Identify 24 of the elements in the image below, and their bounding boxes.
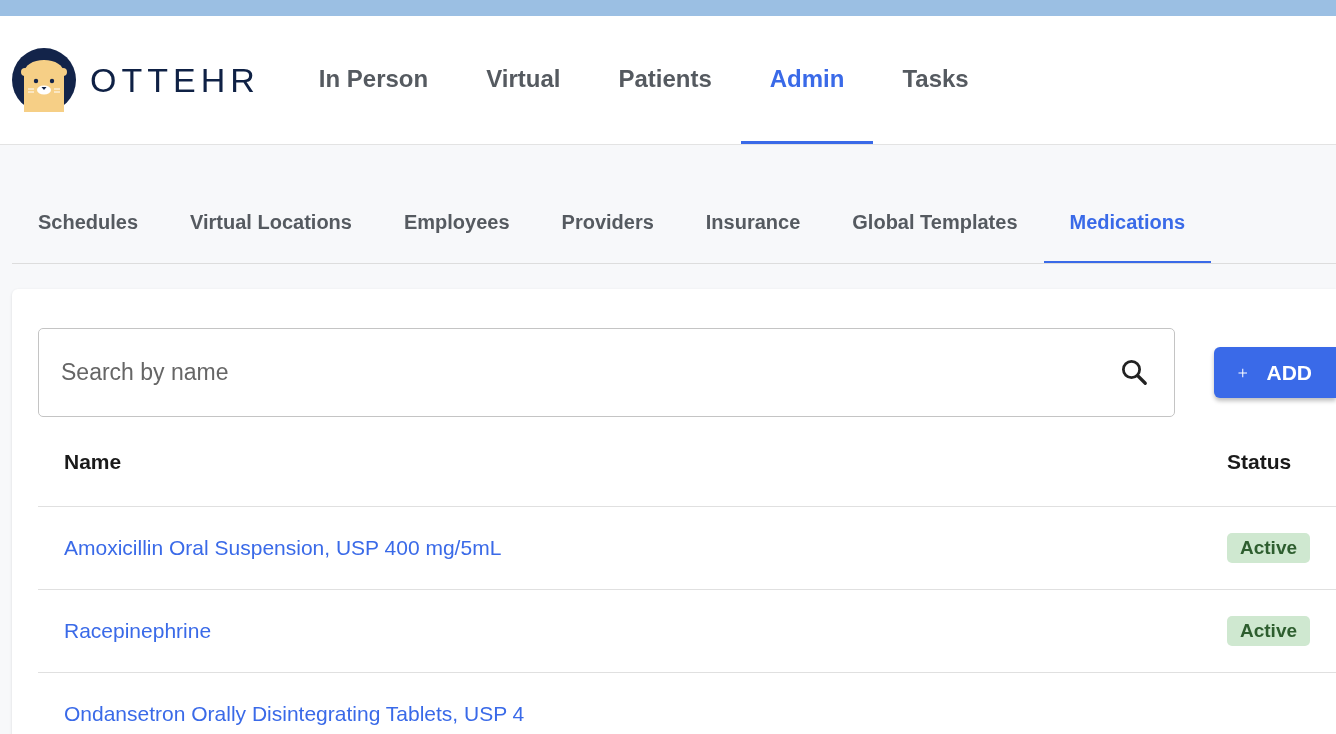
tab[interactable]: Global Templates bbox=[826, 207, 1044, 263]
status-badge: Active bbox=[1227, 532, 1311, 564]
nav-link[interactable]: Virtual bbox=[457, 16, 590, 144]
tab[interactable]: Medications bbox=[1043, 207, 1212, 263]
nav-link[interactable]: Patients bbox=[589, 16, 741, 144]
medication-link[interactable]: Ondansetron Orally Disintegrating Tablets, USP 4 bbox=[64, 702, 525, 726]
add-button[interactable]: ADD bbox=[1214, 347, 1336, 398]
tab[interactable]: Providers bbox=[535, 207, 680, 263]
nav-link[interactable]: Tasks bbox=[873, 16, 998, 144]
nav-link[interactable]: Admin bbox=[740, 16, 874, 144]
tab[interactable]: Employees bbox=[377, 207, 536, 263]
column-header: Status bbox=[1227, 448, 1292, 475]
otter-logo-icon bbox=[12, 48, 76, 112]
medication-link[interactable]: Amoxicillin Oral Suspension, USP 400 mg/5mL bbox=[64, 536, 502, 560]
tab[interactable]: Schedules bbox=[12, 207, 165, 263]
search-icon bbox=[1119, 357, 1149, 387]
nav-link[interactable]: In Person bbox=[289, 16, 458, 144]
medication-link[interactable]: Racepinephrine bbox=[64, 619, 212, 643]
status-badge: Active bbox=[1227, 615, 1311, 647]
tab[interactable]: Virtual Locations bbox=[164, 207, 378, 263]
column-header: Name bbox=[64, 449, 122, 473]
search-field[interactable]: Search by name bbox=[38, 328, 1175, 417]
tab[interactable]: Insurance bbox=[679, 207, 827, 263]
brand-name: OTTEHR bbox=[90, 59, 260, 101]
